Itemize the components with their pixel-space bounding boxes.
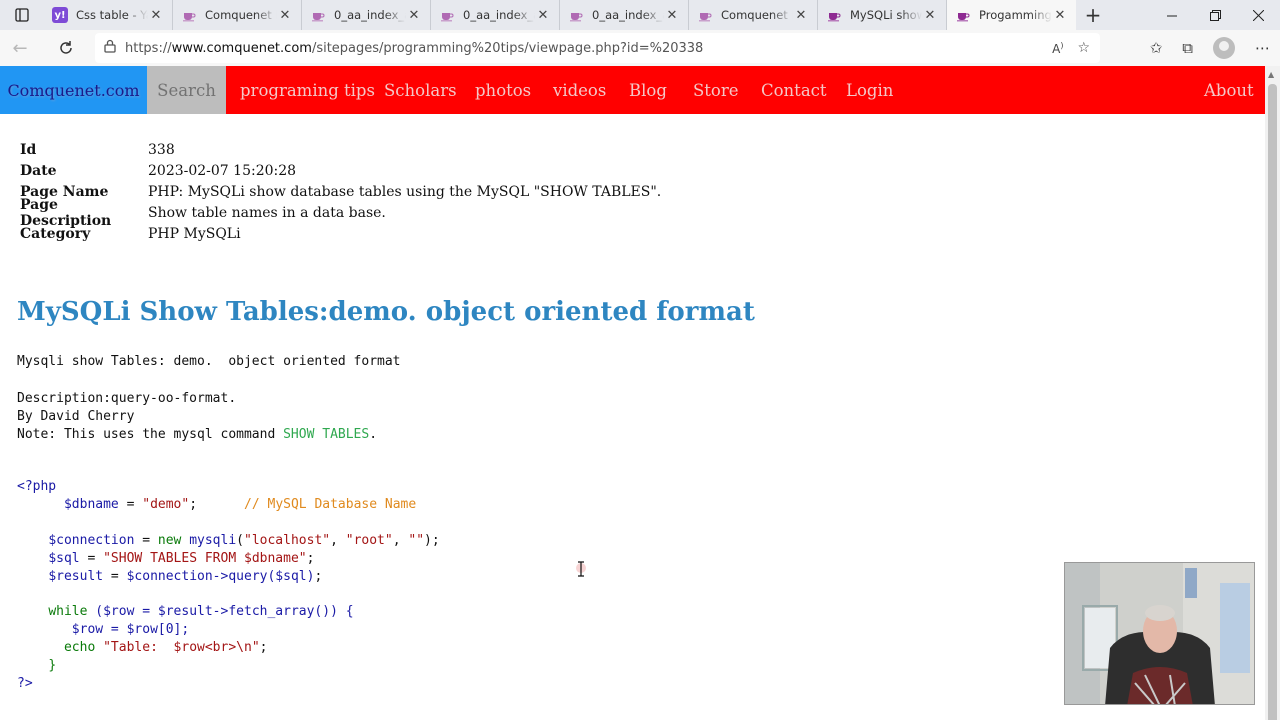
teacup-favicon-icon	[568, 7, 584, 23]
teacup-favicon-icon	[181, 7, 197, 23]
tab-title: 0_aa_index_aa	[592, 8, 664, 22]
page-scrollbar[interactable]: ▲	[1265, 66, 1280, 720]
site-navbar: Comquenet.com Search programing tips Sch…	[0, 66, 1265, 114]
browser-tab[interactable]: Comquenet Programming ✕	[689, 0, 818, 30]
window-controls	[1151, 0, 1280, 30]
nav-item-store[interactable]: Store	[693, 66, 739, 114]
tab-actions-icon	[15, 8, 29, 22]
info-row-date: Date 2023-02-07 15:20:28	[20, 163, 297, 180]
browser-tab[interactable]: y! Css table - Yahoo ✕	[44, 0, 173, 30]
tab-title: Comquenet Programming	[721, 8, 793, 22]
url-text: https://www.comquenet.com/sitepages/prog…	[125, 40, 704, 56]
restore-icon	[1210, 9, 1221, 21]
author-line: By David Cherry	[17, 409, 135, 424]
info-row-category: Category PHP MySQLi	[20, 225, 241, 242]
code-php-open: <?php	[17, 479, 57, 494]
code-line-close-brace: }	[48, 658, 57, 673]
yahoo-favicon-icon: y!	[52, 7, 68, 23]
toolbar-actions: ✩ ⧉ ⋯	[1150, 30, 1270, 66]
refresh-button[interactable]	[46, 30, 86, 66]
nav-item-login[interactable]: Login	[846, 66, 893, 114]
tab-close-icon[interactable]: ✕	[406, 8, 422, 23]
tab-actions-button[interactable]	[0, 0, 44, 30]
scrollbar-thumb[interactable]	[1268, 84, 1277, 720]
profile-avatar[interactable]	[1213, 37, 1235, 59]
restore-button[interactable]	[1194, 0, 1237, 30]
code-line-echo: echo "Table: $row<br>\n";	[63, 640, 268, 655]
browser-tab[interactable]: 0_aa_index_aa ✕	[302, 0, 431, 30]
intro-line: Mysqli show Tables: demo. object oriente…	[17, 354, 401, 369]
nav-item-about[interactable]: About	[1204, 66, 1254, 114]
back-arrow-icon: ←	[12, 37, 28, 59]
text-cursor-icon	[576, 561, 586, 577]
tab-title: Comquenet Programming	[205, 8, 277, 22]
site-logo-link[interactable]: Comquenet.com	[0, 66, 147, 114]
teacup-favicon-icon	[310, 7, 326, 23]
minimize-button[interactable]	[1151, 0, 1194, 30]
tab-close-icon[interactable]: ✕	[535, 8, 551, 23]
note-line: Note: This uses the mysql command SHOW T…	[17, 427, 378, 442]
nav-item-photos[interactable]: photos	[475, 66, 531, 114]
code-line-result: $result = $connection->query($sql);	[48, 569, 323, 584]
back-button[interactable]: ←	[0, 30, 40, 66]
teacup-favicon-icon	[439, 7, 455, 23]
favorites-icon[interactable]: ✩	[1150, 39, 1163, 57]
tab-title: MySQLi show tables	[850, 8, 922, 22]
tab-close-icon[interactable]: ✕	[1052, 8, 1068, 23]
browser-tab[interactable]: Comquenet Programming ✕	[173, 0, 302, 30]
nav-search-link[interactable]: Search	[147, 66, 226, 114]
code-line-connection: $connection = new mysqli("localhost", "r…	[48, 533, 440, 548]
read-aloud-icon[interactable]: A)	[1052, 41, 1063, 56]
close-window-button[interactable]	[1237, 0, 1280, 30]
code-line-while: while ($row = $result->fetch_array()) {	[48, 604, 354, 619]
tab-title: Progamming tips	[979, 8, 1052, 22]
info-row-id: Id 338	[20, 142, 175, 159]
tab-close-icon[interactable]: ✕	[793, 8, 809, 23]
minimize-icon	[1167, 15, 1177, 16]
scroll-up-icon[interactable]: ▲	[1268, 70, 1274, 79]
teacup-favicon-icon	[697, 7, 713, 23]
browser-tab[interactable]: 0_aa_index_aa ✕	[431, 0, 560, 30]
webcam-presenter-image	[1065, 563, 1254, 704]
more-menu-icon[interactable]: ⋯	[1255, 39, 1270, 57]
description-line: Description:query-oo-format.	[17, 391, 237, 406]
teacup-favicon-icon	[826, 7, 842, 23]
address-bar[interactable]: https://www.comquenet.com/sitepages/prog…	[95, 33, 1100, 63]
plus-icon: +	[1084, 3, 1102, 27]
new-tab-button[interactable]: +	[1076, 0, 1110, 30]
browser-tab-active[interactable]: Progamming tips ✕	[947, 0, 1076, 30]
refresh-icon	[60, 41, 72, 54]
tab-title: 0_aa_index_aa	[334, 8, 406, 22]
browser-tab[interactable]: 0_aa_index_aa ✕	[560, 0, 689, 30]
collections-icon[interactable]: ⧉	[1182, 39, 1193, 57]
page-info-table: Id 338 Date 2023-02-07 15:20:28 Page Name P…	[20, 140, 661, 244]
code-line-sql: $sql = "SHOW TABLES FROM $dbname";	[48, 551, 315, 566]
nav-item-blog[interactable]: Blog	[629, 66, 667, 114]
tab-close-icon[interactable]: ✕	[664, 8, 680, 23]
address-bar-actions: A) ☆	[1052, 33, 1090, 63]
nav-item-programing-tips[interactable]: programing tips	[240, 66, 375, 114]
browser-tab[interactable]: MySQLi show tables ✕	[818, 0, 947, 30]
code-php-close: ?>	[17, 676, 33, 691]
code-line-row: $row = $row[0];	[71, 622, 190, 637]
teacup-favicon-icon	[955, 7, 971, 23]
code-line-dbname: $dbname = "demo"; // MySQL Database Name	[63, 497, 417, 512]
browser-toolbar: ← https://www.comquenet.com/sitepages/pr…	[0, 30, 1280, 66]
tab-title: Css table - Yahoo	[76, 8, 148, 22]
tab-close-icon[interactable]: ✕	[922, 8, 938, 23]
lock-icon[interactable]	[95, 39, 125, 57]
tab-strip: y! Css table - Yahoo ✕ Comquenet Program…	[0, 0, 1280, 30]
info-row-page-description: Page Description Show table names in a da…	[20, 196, 386, 229]
tab-close-icon[interactable]: ✕	[148, 8, 164, 23]
webcam-overlay	[1064, 562, 1255, 705]
close-icon	[1253, 9, 1264, 21]
tab-close-icon[interactable]: ✕	[277, 8, 293, 23]
add-favorite-icon[interactable]: ☆	[1077, 40, 1090, 56]
nav-item-videos[interactable]: videos	[553, 66, 606, 114]
nav-item-contact[interactable]: Contact	[761, 66, 827, 114]
tab-title: 0_aa_index_aa	[463, 8, 535, 22]
page-title: MySQLi Show Tables:demo. object oriented…	[17, 297, 755, 327]
nav-item-scholars[interactable]: Scholars	[384, 66, 457, 114]
